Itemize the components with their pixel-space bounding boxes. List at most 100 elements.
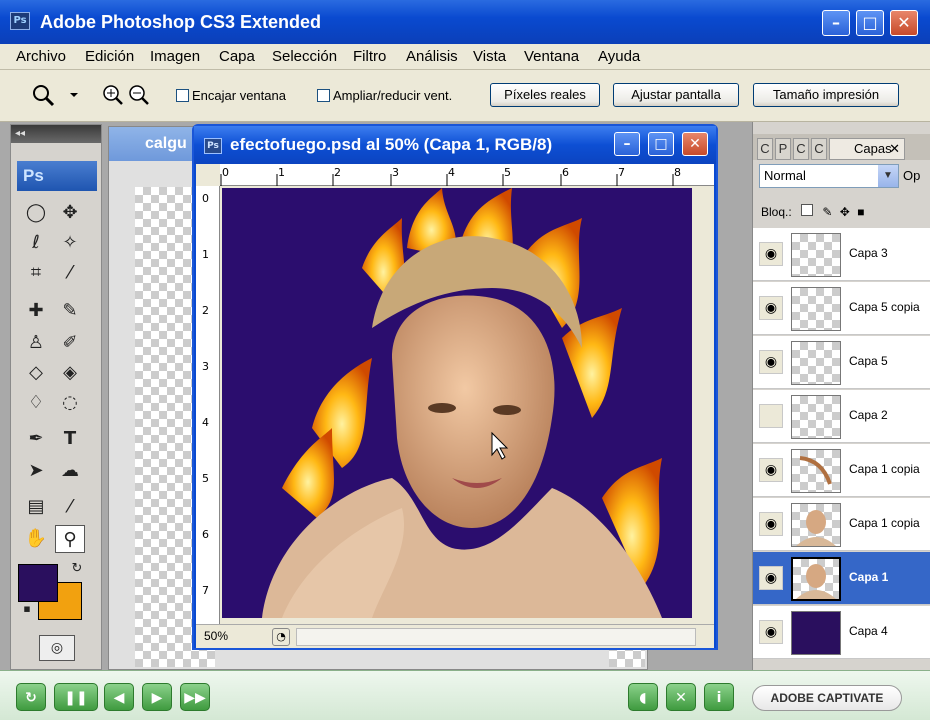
zoom-in-icon[interactable] — [100, 82, 126, 108]
rewind-icon[interactable]: ↻ — [16, 683, 46, 711]
document-window[interactable]: Ps efectofuego.psd al 50% (Capa 1, RGB/8… — [192, 124, 718, 650]
eye-icon[interactable]: ◉ — [759, 566, 783, 590]
eye-icon[interactable]: ◉ — [759, 242, 783, 266]
blend-mode-select[interactable]: Normal ▼ — [759, 164, 899, 188]
menu-edicion[interactable]: Edición — [85, 48, 134, 65]
history-brush-tool-icon[interactable]: ✐ — [55, 329, 85, 357]
document-minimize-button[interactable]: – — [614, 132, 640, 156]
menu-archivo[interactable]: Archivo — [16, 48, 66, 65]
exit-icon[interactable]: ✕ — [666, 683, 696, 711]
eye-icon[interactable]: ◉ — [759, 458, 783, 482]
paint-bucket-tool-icon[interactable]: ◈ — [55, 359, 85, 387]
menu-capa[interactable]: Capa — [219, 48, 255, 65]
brush-tool-icon[interactable]: ✎ — [55, 297, 85, 325]
zoom-tool-icon[interactable]: ⚲ — [55, 525, 85, 553]
ps-logo: Ps — [17, 161, 97, 191]
lasso-tool-icon[interactable]: ℓ — [21, 229, 51, 257]
swap-colors-icon[interactable]: ↻ — [67, 559, 87, 579]
path-selection-tool-icon[interactable]: ➤ — [21, 457, 51, 485]
previous-icon[interactable]: ◀ — [104, 683, 134, 711]
layer-name: Capa 1 copia — [849, 462, 920, 476]
zoom-out-icon[interactable] — [126, 82, 152, 108]
tab-channels[interactable]: C — [757, 138, 773, 160]
eyedropper-tool-icon[interactable]: ⁄ — [55, 493, 85, 521]
clone-stamp-tool-icon[interactable]: ♙ — [21, 329, 51, 357]
document-maximize-button[interactable]: □ — [648, 132, 674, 156]
close-button[interactable]: ✕ — [890, 10, 918, 36]
next-icon[interactable]: ▶ — [142, 683, 172, 711]
menu-filtro[interactable]: Filtro — [353, 48, 386, 65]
zoom-level[interactable]: 50% — [204, 629, 228, 643]
minimize-button[interactable]: – — [822, 10, 850, 36]
menu-ayuda[interactable]: Ayuda — [598, 48, 640, 65]
custom-shape-tool-icon[interactable]: ☁ — [55, 457, 85, 485]
resize-window-checkbox[interactable]: Ampliar/reducir vent. — [317, 88, 452, 103]
tab-paths[interactable]: P — [775, 138, 791, 160]
lock-all-icon[interactable]: ■ — [857, 205, 864, 219]
hand-tool-icon[interactable]: ✋ — [21, 525, 51, 553]
eye-icon[interactable]: ◉ — [759, 620, 783, 644]
lock-transparent-icon[interactable] — [801, 204, 814, 216]
menu-ventana[interactable]: Ventana — [524, 48, 579, 65]
visibility-toggle[interactable] — [759, 404, 783, 428]
eye-icon[interactable]: ◉ — [759, 350, 783, 374]
tool-preset-picker[interactable] — [28, 82, 84, 108]
marquee-tool-icon[interactable]: ◯ — [21, 199, 51, 227]
pen-tool-icon[interactable]: ✒ — [21, 425, 51, 453]
tools-panel-header[interactable]: ◂◂ — [11, 125, 101, 143]
layer-row[interactable]: ◉ Capa 4 — [753, 606, 930, 659]
horizontal-scrollbar[interactable] — [296, 628, 696, 646]
layer-row[interactable]: ◉ Capa 1 copia — [753, 498, 930, 551]
fit-window-checkbox[interactable]: Encajar ventana — [176, 88, 286, 103]
dodge-tool-icon[interactable]: ◌ — [55, 389, 85, 417]
pause-icon[interactable]: ❚❚ — [54, 683, 98, 711]
document-status-bar: 50% ◔ — [196, 624, 714, 648]
tab-character[interactable]: C — [811, 138, 827, 160]
layer-row[interactable]: ◉ Capa 5 copia — [753, 282, 930, 335]
menu-seleccion[interactable]: Selección — [272, 48, 337, 65]
menu-vista[interactable]: Vista — [473, 48, 506, 65]
print-size-button[interactable]: Tamaño impresión — [753, 83, 899, 107]
fit-screen-button[interactable]: Ajustar pantalla — [613, 83, 739, 107]
eraser-tool-icon[interactable]: ◇ — [21, 359, 51, 387]
layer-row-selected[interactable]: ◉ Capa 1 — [753, 552, 930, 605]
layer-name: Capa 5 copia — [849, 300, 920, 314]
status-menu-icon[interactable]: ◔ — [272, 628, 290, 646]
layer-name: Capa 5 — [849, 354, 888, 368]
blur-tool-icon[interactable]: ♢ — [21, 389, 51, 417]
tab-color[interactable]: C — [793, 138, 809, 160]
layer-row[interactable]: Capa 2 — [753, 390, 930, 443]
document-close-button[interactable]: ✕ — [682, 132, 708, 156]
horizontal-ruler[interactable]: 0 1 2 3 4 5 6 7 8 — [220, 164, 714, 186]
actual-pixels-button[interactable]: Píxeles reales — [490, 83, 600, 107]
fast-forward-icon[interactable]: ▶▶ — [180, 683, 210, 711]
default-colors-icon[interactable]: ▪ — [17, 599, 37, 619]
type-tool-icon[interactable]: T — [55, 425, 85, 453]
eye-icon[interactable]: ◉ — [759, 296, 783, 320]
tab-close-icon[interactable]: ✕ — [889, 139, 900, 159]
healing-brush-tool-icon[interactable]: ✚ — [21, 297, 51, 325]
lock-paint-icon[interactable]: ✎ — [822, 205, 832, 219]
info-icon[interactable]: i — [704, 683, 734, 711]
audio-icon[interactable]: ◖ — [628, 683, 658, 711]
document-canvas[interactable] — [222, 188, 692, 618]
menu-analisis[interactable]: Análisis — [406, 48, 458, 65]
menu-imagen[interactable]: Imagen — [150, 48, 200, 65]
crop-tool-icon[interactable]: ⌗ — [21, 259, 51, 287]
document-icon: Ps — [204, 138, 222, 154]
layer-row[interactable]: ◉ Capa 1 copia — [753, 444, 930, 497]
lock-position-icon[interactable]: ✥ — [840, 205, 850, 219]
layer-row[interactable]: ◉ Capa 5 — [753, 336, 930, 389]
slice-tool-icon[interactable]: ⁄ — [55, 259, 85, 287]
document-title-bar[interactable]: Ps efectofuego.psd al 50% (Capa 1, RGB/8… — [194, 126, 716, 164]
vertical-ruler[interactable]: 0 1 2 3 4 5 6 7 — [196, 186, 220, 626]
maximize-button[interactable]: □ — [856, 10, 884, 36]
notes-tool-icon[interactable]: ▤ — [21, 493, 51, 521]
move-tool-icon[interactable]: ✥ — [55, 199, 85, 227]
magic-wand-tool-icon[interactable]: ✧ — [55, 229, 85, 257]
layer-row[interactable]: ◉ Capa 3 — [753, 228, 930, 281]
foreground-color-swatch[interactable] — [18, 564, 58, 602]
quick-mask-icon[interactable]: ◎ — [39, 635, 75, 661]
tab-layers[interactable]: Capas ✕ — [829, 138, 905, 160]
eye-icon[interactable]: ◉ — [759, 512, 783, 536]
